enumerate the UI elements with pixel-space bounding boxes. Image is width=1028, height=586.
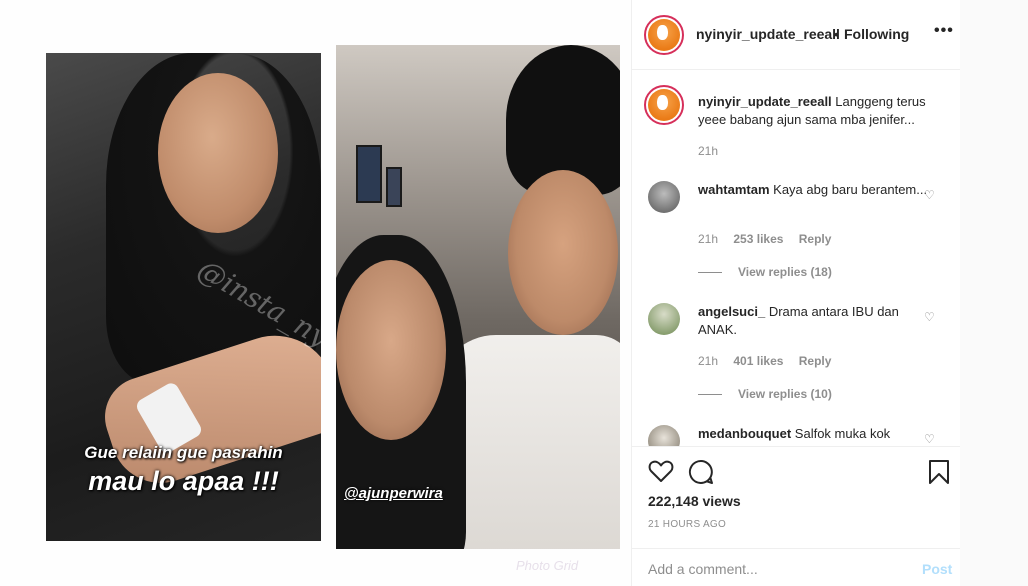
view-replies-label[interactable]: View replies (10) [738, 387, 832, 401]
heart-icon[interactable] [648, 459, 674, 488]
handle-tag: @ajunperwira [344, 485, 443, 502]
man-face-shape [508, 170, 618, 335]
comment-text: wahtamtam Kaya abg baru berantem... [698, 181, 928, 199]
following-button[interactable]: Following [844, 26, 909, 42]
separator-dot: • [834, 26, 839, 42]
reply-button[interactable]: Reply [799, 232, 832, 246]
comment-time[interactable]: 21h [698, 354, 718, 368]
comment-bubble-icon[interactable] [688, 459, 714, 490]
comment-body: Kaya abg baru berantem... [773, 182, 928, 197]
overlay-caption-line2: mau lo apaa !!! [88, 466, 279, 496]
caption-text: nyinyir_update_reeall Langgeng terus yee… [698, 93, 928, 129]
background-screen-shape [356, 145, 382, 203]
comment-time[interactable]: 21h [698, 232, 718, 246]
replies-divider [698, 272, 722, 274]
profile-avatar[interactable] [644, 15, 684, 55]
view-replies-button[interactable]: View replies (18) [698, 265, 832, 279]
comment-username[interactable]: medanbouquet [698, 426, 791, 441]
comment-username[interactable]: angelsuci_ [698, 304, 765, 319]
comment-text: medanbouquet Salfok muka kok [698, 425, 928, 443]
background-screen-shape [386, 167, 402, 207]
reply-button[interactable]: Reply [799, 354, 832, 368]
replies-divider [698, 394, 722, 396]
comment-meta: 21h 401 likes Reply [698, 354, 831, 368]
post-actions: 222,148 views 21 HOURS AGO [632, 446, 960, 536]
post-comment-button[interactable]: Post [922, 561, 952, 577]
post-media[interactable]: @insta_nyinyir Gue relaiin gue pasrahin … [0, 0, 631, 586]
commenter-avatar[interactable] [648, 303, 680, 335]
comment-like-heart-icon[interactable]: ♡ [924, 310, 935, 324]
bookmark-icon[interactable] [928, 459, 950, 490]
page-background [960, 0, 1028, 586]
commenter-avatar[interactable] [648, 181, 680, 213]
comment-like-heart-icon[interactable]: ♡ [924, 432, 935, 446]
corner-watermark: Photo Grid [516, 558, 579, 573]
comment-like-heart-icon[interactable]: ♡ [924, 188, 935, 202]
comment-username[interactable]: wahtamtam [698, 182, 770, 197]
caption-time[interactable]: 21h [698, 144, 718, 158]
add-comment-bar: Post [632, 548, 960, 586]
header-username[interactable]: nyinyir_update_reeall [696, 26, 840, 42]
post-header: nyinyir_update_reeall • Following ••• [632, 0, 960, 70]
photo-right-panel: @ajunperwira [336, 45, 620, 549]
comment-likes[interactable]: 253 likes [733, 232, 783, 246]
post-timestamp[interactable]: 21 HOURS AGO [648, 519, 726, 530]
comment-likes[interactable]: 401 likes [733, 354, 783, 368]
view-count[interactable]: 222,148 views [648, 493, 741, 509]
photo-left-panel: @insta_nyinyir Gue relaiin gue pasrahin … [46, 53, 321, 541]
woman-face-shape [158, 73, 278, 233]
comment-body: Salfok muka kok [794, 426, 891, 441]
view-replies-label[interactable]: View replies (18) [738, 265, 832, 279]
caption-avatar[interactable] [644, 85, 684, 125]
comment-meta: 21h 253 likes Reply [698, 232, 831, 246]
caption-username[interactable]: nyinyir_update_reeall [698, 94, 832, 109]
post-side-panel: nyinyir_update_reeall • Following ••• ny… [631, 0, 960, 586]
comment-text: angelsuci_ Drama antara IBU dan ANAK. [698, 303, 928, 339]
view-replies-button[interactable]: View replies (10) [698, 387, 832, 401]
comments-list[interactable]: nyinyir_update_reeall Langgeng terus yee… [632, 70, 960, 446]
more-options-icon[interactable]: ••• [934, 22, 954, 40]
woman-face-shape [336, 260, 446, 440]
overlay-caption-line1: Gue relaiin gue pasrahin [84, 443, 283, 462]
add-comment-input[interactable] [648, 561, 898, 577]
commenter-avatar[interactable] [648, 425, 680, 446]
